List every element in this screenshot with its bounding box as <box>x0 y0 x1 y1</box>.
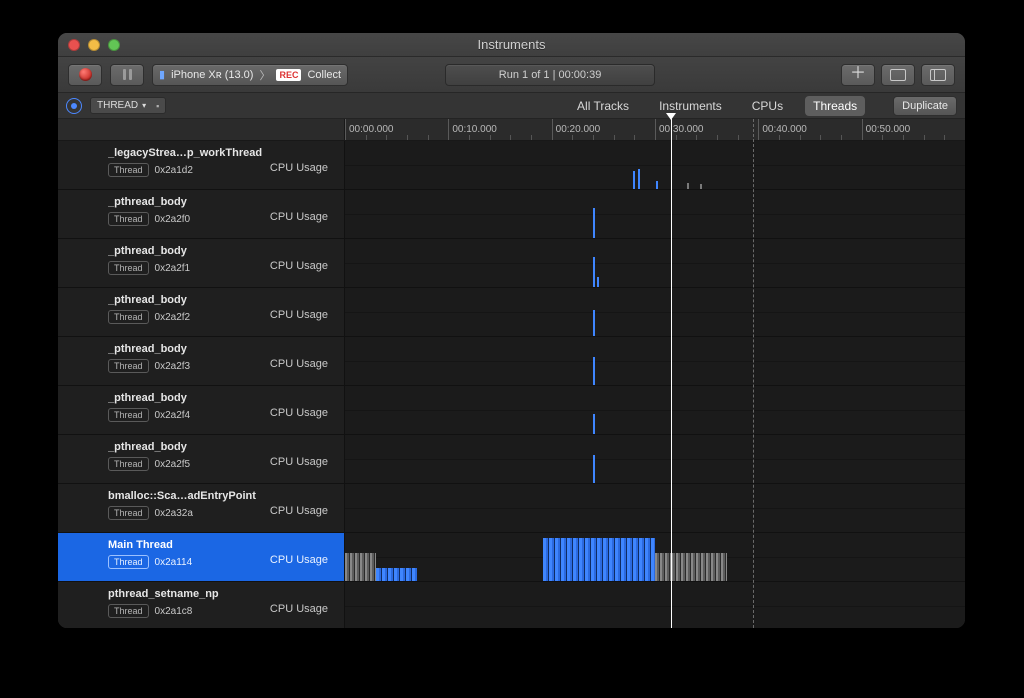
thread-tag: Thread <box>108 604 149 618</box>
device-label: iPhone Xʀ (13.0) <box>171 69 253 81</box>
thread-address: 0x2a2f1 <box>155 263 191 274</box>
thread-address: 0x2a1d2 <box>155 165 193 176</box>
thread-address: 0x2a1c8 <box>155 606 193 617</box>
track-tab-all-tracks[interactable]: All Tracks <box>569 96 637 116</box>
duplicate-button[interactable]: Duplicate <box>893 96 957 116</box>
thread-name: _legacyStrea…p_workThread <box>108 147 262 159</box>
target-icon[interactable] <box>66 98 82 114</box>
track-row[interactable]: _pthread_body Thread 0x2a2f3 CPU Usage <box>58 337 965 386</box>
metric-label: CPU Usage <box>270 211 334 223</box>
metric-label: CPU Usage <box>270 309 334 321</box>
record-icon <box>79 68 92 81</box>
thread-address: 0x2a2f5 <box>155 459 191 470</box>
pause-icon <box>123 69 132 80</box>
track-lane[interactable] <box>345 141 965 189</box>
record-button[interactable] <box>68 64 102 86</box>
metric-label: CPU Usage <box>270 505 334 517</box>
track-lane[interactable] <box>345 337 965 385</box>
run-status[interactable]: Run 1 of 1 | 00:00:39 <box>445 64 655 86</box>
thread-tag: Thread <box>108 359 149 373</box>
thread-name: _pthread_body <box>108 294 190 306</box>
thread-tag: Thread <box>108 506 149 520</box>
metric-label: CPU Usage <box>270 260 334 272</box>
thread-tag: Thread <box>108 408 149 422</box>
thread-strategy-selector[interactable]: THREAD ▾ ▪ <box>90 97 166 114</box>
thread-tag: Thread <box>108 212 149 226</box>
time-ruler[interactable]: 00:00.00000:10.00000:20.00000:30.00000:4… <box>58 119 965 141</box>
track-lane[interactable] <box>345 190 965 238</box>
thread-address: 0x2a114 <box>155 557 193 568</box>
thread-tag: Thread <box>108 457 149 471</box>
close-window-button[interactable] <box>68 39 80 51</box>
thread-tag: Thread <box>108 163 149 177</box>
track-row[interactable]: _pthread_body Thread 0x2a2f1 CPU Usage <box>58 239 965 288</box>
metric-label: CPU Usage <box>270 358 334 370</box>
thread-address: 0x2a2f2 <box>155 312 191 323</box>
collect-label: Collect <box>307 69 341 81</box>
metric-label: CPU Usage <box>270 554 334 566</box>
layout-full-icon <box>890 69 906 81</box>
pause-button[interactable] <box>110 64 144 86</box>
chevron-right-icon: 〉 <box>259 67 270 83</box>
track-tabs: All Tracks Instruments CPUs Threads <box>569 96 865 116</box>
track-row[interactable]: _pthread_body Thread 0x2a2f0 CPU Usage <box>58 190 965 239</box>
filter-badge: ▪ <box>156 101 159 111</box>
collect-badge: REC <box>276 69 301 81</box>
track-row[interactable]: pthread_setname_np Thread 0x2a1c8 CPU Usage <box>58 582 965 628</box>
thread-name: _pthread_body <box>108 245 190 257</box>
thread-name: _pthread_body <box>108 196 190 208</box>
track-tab-threads[interactable]: Threads <box>805 96 865 116</box>
thread-tag: Thread <box>108 310 149 324</box>
track-row[interactable]: _pthread_body Thread 0x2a2f4 CPU Usage <box>58 386 965 435</box>
thread-name: _pthread_body <box>108 343 190 355</box>
track-lane[interactable] <box>345 288 965 336</box>
thread-name: _pthread_body <box>108 392 190 404</box>
thread-address: 0x2a2f3 <box>155 361 191 372</box>
metric-label: CPU Usage <box>270 603 334 615</box>
thread-name: Main Thread <box>108 539 192 551</box>
metric-label: CPU Usage <box>270 162 334 174</box>
strategy-bar: THREAD ▾ ▪ All Tracks Instruments CPUs Thre… <box>58 93 965 119</box>
thread-name: bmalloc::Sca…adEntryPoint <box>108 490 256 502</box>
track-row[interactable]: _legacyStrea…p_workThread Thread 0x2a1d2 CP… <box>58 141 965 190</box>
track-lane[interactable] <box>345 533 965 581</box>
thread-name: pthread_setname_np <box>108 588 219 600</box>
track-row[interactable]: bmalloc::Sca…adEntryPointThread 0x2a32a CP… <box>58 484 965 533</box>
track-tab-cpus[interactable]: CPUs <box>744 96 791 116</box>
metric-label: CPU Usage <box>270 407 334 419</box>
track-lane[interactable] <box>345 484 965 532</box>
phone-icon: ▮ <box>159 68 165 81</box>
track-lane[interactable] <box>345 435 965 483</box>
view-mode-side-button[interactable] <box>921 64 955 86</box>
toolbar: ▮ iPhone Xʀ (13.0) 〉 REC Collect Run 1 o… <box>58 57 965 93</box>
thread-tag: Thread <box>108 261 149 275</box>
thread-tag: Thread <box>108 555 149 569</box>
track-lane[interactable] <box>345 239 965 287</box>
layout-side-icon <box>930 69 946 81</box>
metric-label: CPU Usage <box>270 456 334 468</box>
target-device-selector[interactable]: ▮ iPhone Xʀ (13.0) 〉 REC Collect <box>152 64 348 86</box>
track-lane[interactable] <box>345 582 965 628</box>
traffic-lights <box>68 39 120 51</box>
track-tab-instruments[interactable]: Instruments <box>651 96 730 116</box>
thread-address: 0x2a32a <box>155 508 193 519</box>
view-mode-full-button[interactable] <box>881 64 915 86</box>
chevron-down-icon: ▾ <box>142 101 146 110</box>
track-lane[interactable] <box>345 386 965 434</box>
thread-name: _pthread_body <box>108 441 190 453</box>
titlebar: Instruments <box>58 33 965 57</box>
add-instrument-button[interactable]: ＋ <box>841 64 875 86</box>
window-title: Instruments <box>58 37 965 52</box>
zoom-window-button[interactable] <box>108 39 120 51</box>
minimize-window-button[interactable] <box>88 39 100 51</box>
app-window: Instruments ▮ iPhone Xʀ (13.0) 〉 REC Col… <box>58 33 965 628</box>
track-row[interactable]: _pthread_body Thread 0x2a2f2 CPU Usage <box>58 288 965 337</box>
track-row[interactable]: _pthread_body Thread 0x2a2f5 CPU Usage <box>58 435 965 484</box>
thread-address: 0x2a2f4 <box>155 410 191 421</box>
track-row[interactable]: Main Thread Thread 0x2a114 CPU Usage <box>58 533 965 582</box>
tracks-area: _legacyStrea…p_workThread Thread 0x2a1d2 CP… <box>58 141 965 628</box>
thread-address: 0x2a2f0 <box>155 214 191 225</box>
